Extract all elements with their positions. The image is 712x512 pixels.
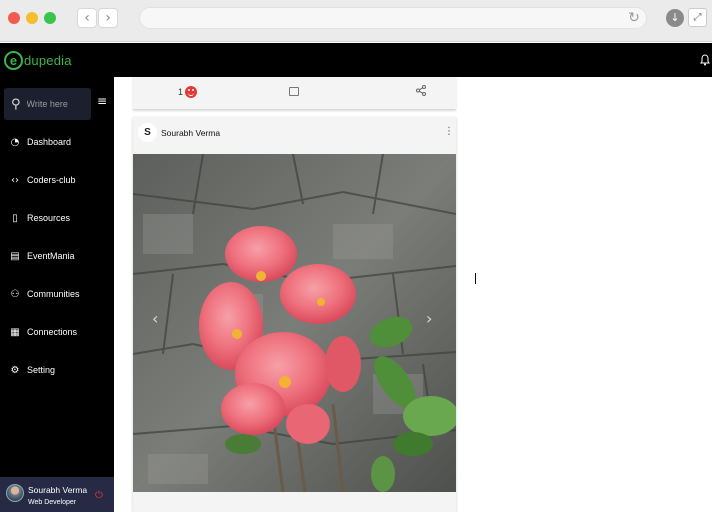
main-feed: 1 S Sourabh Verma ⋮ ‹ › [114, 77, 712, 512]
sidebar-item-label: Connections [27, 327, 78, 337]
reaction-button[interactable]: 1 [178, 86, 198, 98]
post-card: S Sourabh Verma ⋮ ‹ › [133, 117, 456, 512]
sidebar-item-label: Coders-club [27, 175, 76, 185]
sidebar-item-connections[interactable]: ▦ Connections [9, 322, 77, 342]
sidebar-item-label: Communities [27, 289, 80, 299]
connections-icon: ▦ [10, 326, 20, 338]
sidebar-item-setting[interactable]: ⚙ Setting [9, 360, 56, 380]
share-icon[interactable] [416, 85, 426, 99]
post-image[interactable]: ‹ › [133, 154, 456, 492]
reload-icon[interactable]: ↻ [626, 10, 642, 26]
sidebar-item-dashboard[interactable]: ◔ Dashboard [9, 132, 71, 152]
avatar [6, 484, 24, 502]
sidebar-item-label: Resources [27, 213, 71, 223]
text-cursor [475, 273, 476, 284]
event-icon: ▤ [10, 250, 20, 262]
communities-icon: ⚇ [10, 288, 20, 300]
chevron-right-icon: › [105, 10, 111, 26]
logo-letter: e [4, 50, 23, 70]
sidebar-item-label: Dashboard [27, 137, 72, 147]
sidebar-item-label: EventMania [27, 251, 75, 261]
post-actions-bar: 1 [133, 77, 456, 110]
user-profile[interactable]: Sourabh Verma Web Developer ⏻ [0, 477, 114, 512]
sidebar-item-coders-club[interactable]: ‹› Coders-club [9, 170, 76, 190]
hamburger-menu-icon[interactable]: ≡ [97, 94, 107, 108]
forward-button[interactable]: › [98, 8, 118, 28]
more-options-icon[interactable]: ⋮ [444, 126, 454, 137]
power-icon[interactable]: ⏻ [95, 490, 103, 501]
gear-icon: ⚙ [10, 364, 20, 376]
search-box: ⚲ [4, 88, 91, 120]
search-icon: ⚲ [11, 96, 21, 112]
browser-chrome: ‹ › ↻ ↓ ⤢ [0, 0, 712, 42]
carousel-next-icon[interactable]: › [426, 309, 432, 328]
close-window-button[interactable] [8, 12, 20, 24]
back-button[interactable]: ‹ [77, 8, 97, 28]
bell-icon[interactable] [698, 51, 712, 69]
post-author-name[interactable]: Sourabh Verma [161, 128, 220, 138]
sidebar-item-label: Setting [27, 365, 56, 375]
smiley-icon [185, 86, 198, 98]
download-icon[interactable]: ↓ [666, 9, 684, 27]
sidebar-item-resources[interactable]: ▯ Resources [9, 208, 70, 228]
carousel-prev-icon[interactable]: ‹ [152, 309, 158, 328]
post-header: S Sourabh Verma ⋮ [133, 117, 456, 154]
sidebar: ⚲ ≡ ◔ Dashboard ‹› Coders-club ▯ Resourc… [0, 77, 114, 512]
flower-photo [133, 154, 456, 492]
resources-icon: ▯ [12, 212, 18, 224]
dashboard-icon: ◔ [10, 136, 20, 148]
profile-role: Web Developer [28, 499, 77, 506]
expand-icon[interactable]: ⤢ [688, 8, 707, 27]
post-author-avatar[interactable]: S [138, 123, 157, 142]
minimize-window-button[interactable] [26, 12, 38, 24]
maximize-window-button[interactable] [44, 12, 56, 24]
chevron-left-icon: ‹ [84, 10, 90, 26]
code-icon: ‹› [11, 174, 19, 186]
search-input[interactable] [26, 99, 87, 109]
comment-icon[interactable] [289, 87, 299, 96]
sidebar-item-communities[interactable]: ⚇ Communities [9, 284, 80, 304]
address-bar[interactable]: ↻ [139, 7, 647, 29]
sidebar-item-eventmania[interactable]: ▤ EventMania [9, 246, 75, 266]
profile-name: Sourabh Verma [28, 485, 88, 495]
logo-text: dupedia [24, 52, 72, 68]
reaction-count: 1 [178, 87, 184, 97]
app-header: e dupedia [0, 43, 712, 77]
edupedia-logo[interactable]: e dupedia [4, 48, 72, 72]
